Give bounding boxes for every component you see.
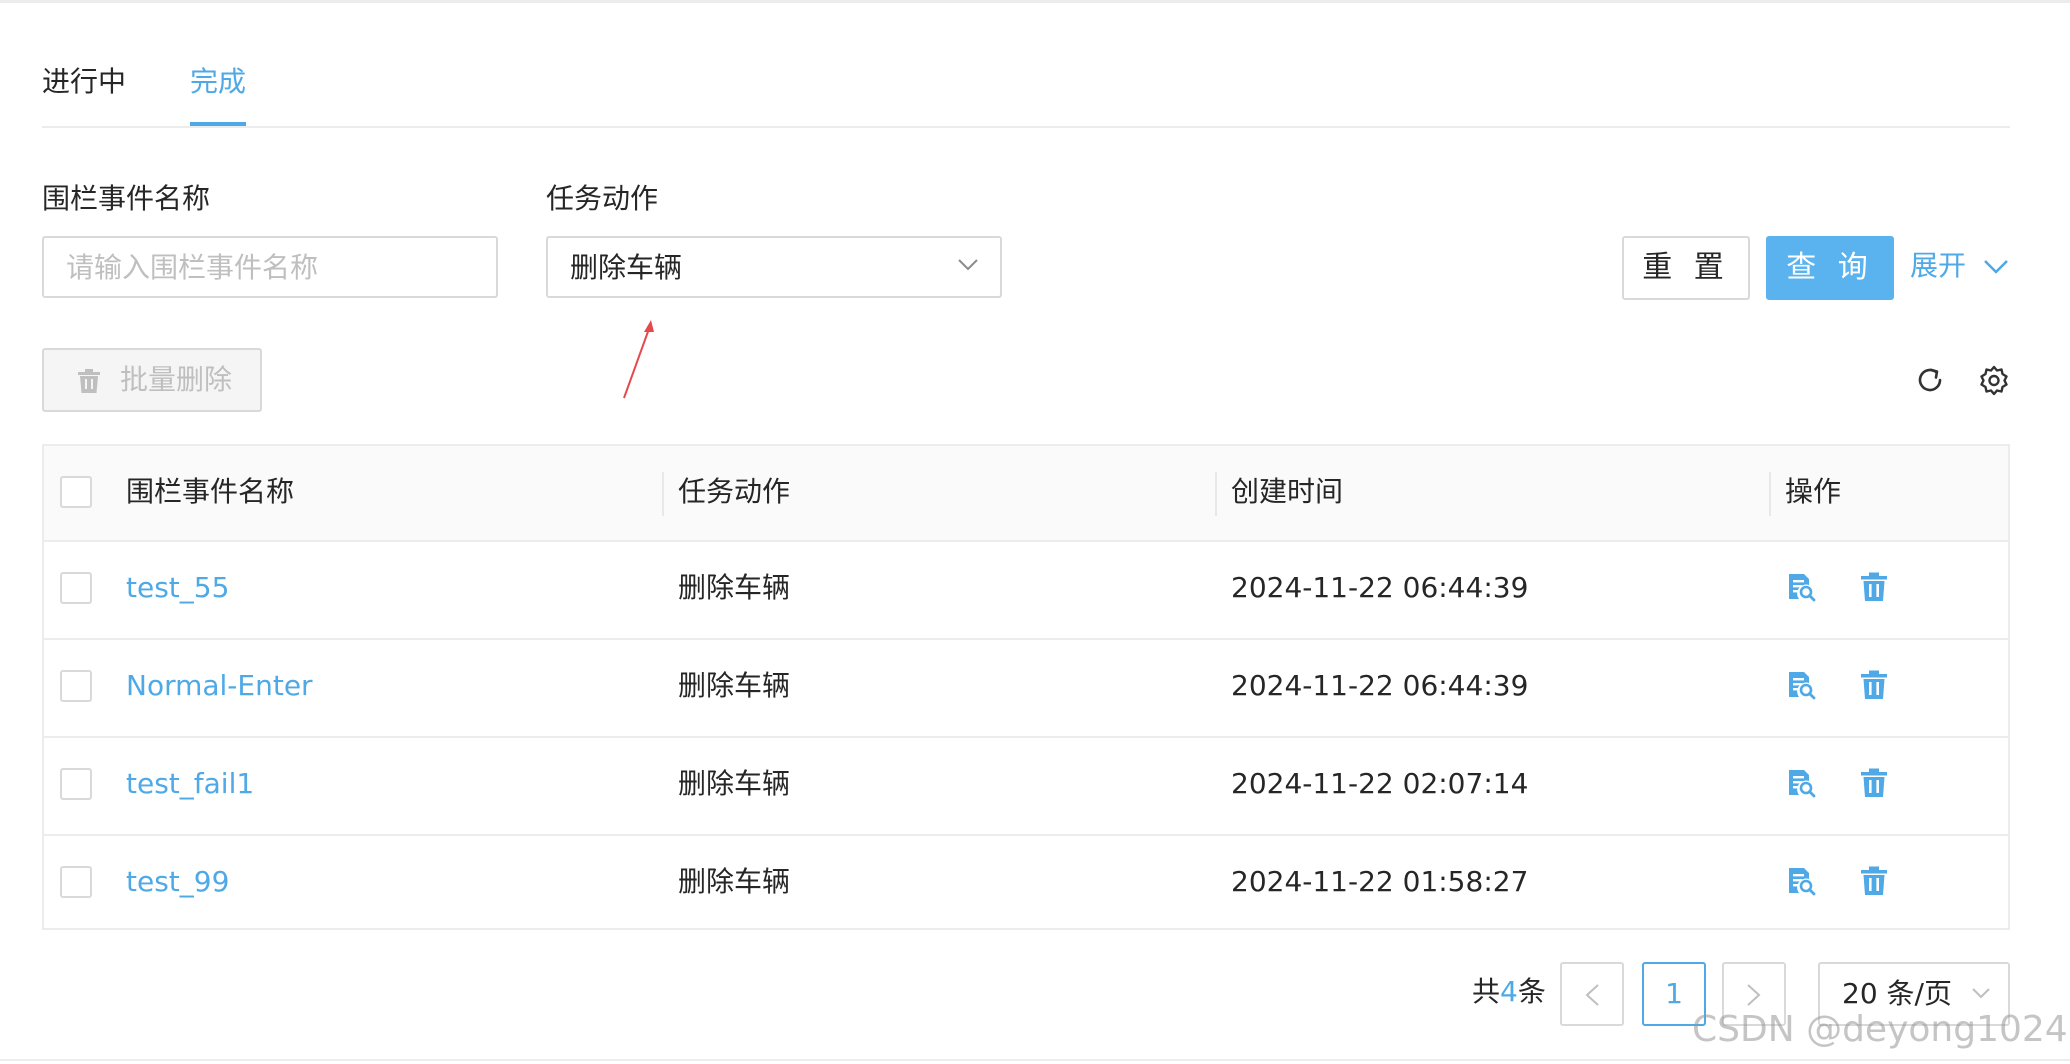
task-action-value: 删除车辆 [570, 251, 683, 284]
column-header-task-action: 任务动作 [678, 475, 791, 508]
column-header-created-time: 创建时间 [1231, 475, 1344, 508]
row-checkbox[interactable] [60, 572, 92, 604]
chevron-right-icon [1747, 984, 1761, 1006]
task-action-label: 任务动作 [546, 182, 659, 215]
task-action-cell: 删除车辆 [678, 669, 791, 702]
batch-delete-button[interactable]: 批量删除 [42, 348, 262, 412]
column-divider [1769, 472, 1771, 516]
column-divider [662, 472, 664, 516]
reset-button[interactable]: 重 置 [1622, 236, 1750, 300]
view-detail-icon[interactable] [1786, 572, 1816, 602]
delete-icon[interactable] [1860, 572, 1888, 602]
fence-event-name-label: 围栏事件名称 [42, 182, 211, 215]
view-detail-icon[interactable] [1786, 768, 1816, 798]
delete-icon[interactable] [1860, 768, 1888, 798]
gear-icon[interactable] [1978, 364, 2010, 396]
column-header-fence-event-name: 围栏事件名称 [126, 475, 295, 508]
fence-event-name-link[interactable]: test_fail1 [126, 764, 254, 804]
row-checkbox[interactable] [60, 866, 92, 898]
query-button[interactable]: 查 询 [1766, 236, 1894, 300]
annotation-arrow [623, 320, 654, 399]
fence-event-name-link[interactable]: Normal-Enter [126, 666, 313, 706]
bottom-border [0, 1059, 2070, 1061]
task-action-cell: 删除车辆 [678, 571, 791, 604]
table-row: Normal-Enter 删除车辆 2024-11-22 06:44:39 [44, 638, 2008, 738]
watermark: CSDN @deyong1024 [1692, 1009, 2068, 1050]
column-header-actions: 操作 [1785, 475, 1842, 508]
column-divider [1215, 472, 1217, 516]
table-row: test_99 删除车辆 2024-11-22 01:58:27 [44, 834, 2008, 932]
created-time-cell: 2024-11-22 06:44:39 [1231, 571, 1529, 604]
view-detail-icon[interactable] [1786, 866, 1816, 896]
fence-event-name-link[interactable]: test_99 [126, 862, 229, 902]
task-action-cell: 删除车辆 [678, 865, 791, 898]
fence-event-table: 围栏事件名称 任务动作 创建时间 操作 test_55 删除车辆 2024-11… [42, 444, 2010, 930]
chevron-down-icon [1972, 988, 1990, 999]
trash-icon [78, 369, 100, 393]
table-row: test_55 删除车辆 2024-11-22 06:44:39 [44, 540, 2008, 640]
select-all-checkbox[interactable] [60, 476, 92, 508]
tab-ongoing[interactable]: 进行中 [42, 62, 126, 102]
task-action-cell: 删除车辆 [678, 767, 791, 800]
fence-event-name-field [42, 236, 498, 298]
batch-delete-label: 批量删除 [120, 363, 233, 396]
chevron-down-icon[interactable] [1984, 260, 2008, 274]
created-time-cell: 2024-11-22 02:07:14 [1231, 767, 1529, 800]
row-checkbox[interactable] [60, 670, 92, 702]
tab-divider [42, 126, 2010, 128]
view-detail-icon[interactable] [1786, 670, 1816, 700]
created-time-cell: 2024-11-22 01:58:27 [1231, 865, 1529, 898]
chevron-down-icon [958, 259, 978, 271]
refresh-icon[interactable] [1914, 364, 1946, 396]
chevron-left-icon [1585, 984, 1599, 1006]
task-action-select[interactable]: 删除车辆 [546, 236, 1002, 298]
delete-icon[interactable] [1860, 866, 1888, 896]
top-border [0, 0, 2070, 3]
table-row: test_fail1 删除车辆 2024-11-22 02:07:14 [44, 736, 2008, 836]
expand-link[interactable]: 展开 [1910, 246, 1966, 286]
created-time-cell: 2024-11-22 06:44:39 [1231, 669, 1529, 702]
total-number: 4 [1500, 975, 1518, 1008]
total-suffix: 条 [1517, 975, 1546, 1008]
fence-event-name-input[interactable] [44, 238, 496, 296]
delete-icon[interactable] [1860, 670, 1888, 700]
tab-completed[interactable]: 完成 [190, 62, 246, 102]
prev-page-button[interactable] [1560, 962, 1624, 1026]
total-count: 共4条 [1472, 972, 1546, 1012]
fence-event-name-link[interactable]: test_55 [126, 568, 229, 608]
table-header: 围栏事件名称 任务动作 创建时间 操作 [44, 446, 2008, 542]
total-prefix: 共 [1472, 975, 1501, 1008]
row-checkbox[interactable] [60, 768, 92, 800]
